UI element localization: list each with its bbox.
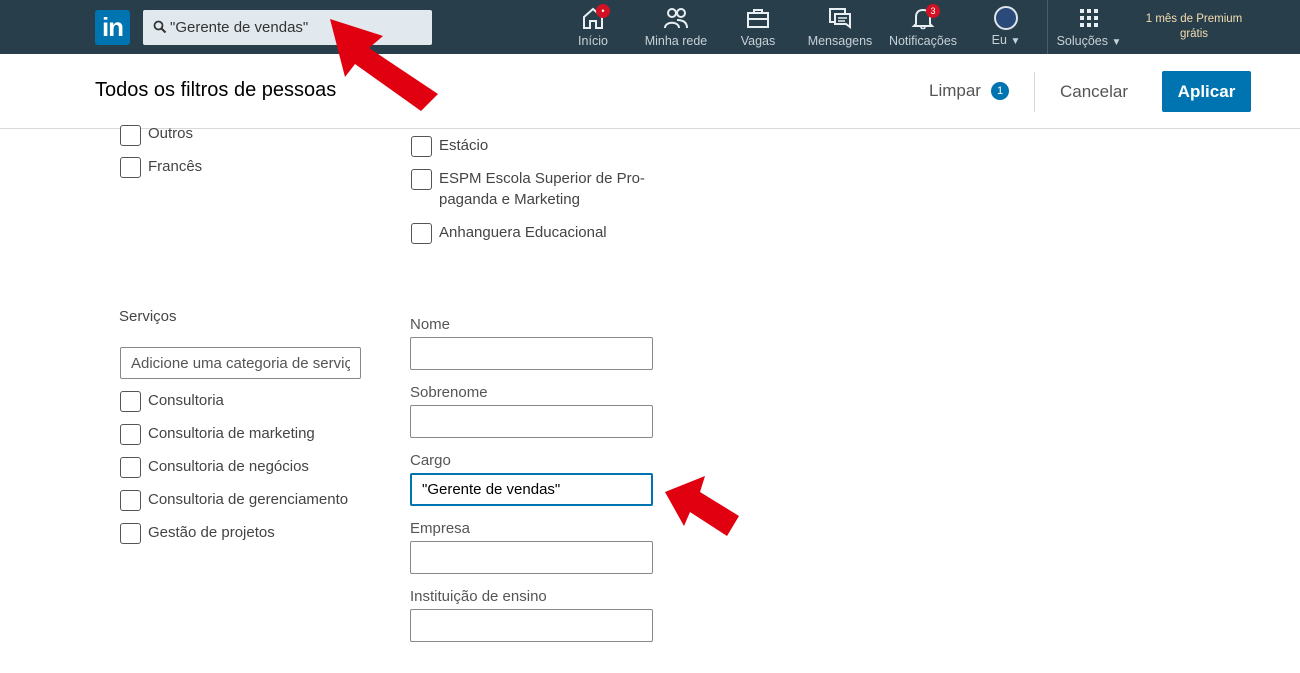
nav-item-label: Eu [991,33,1007,47]
job-title-field[interactable] [410,473,653,506]
nav-item-label: Notificações [888,34,958,48]
company-field[interactable] [410,541,653,574]
nav-item-eu-label-wrap: Eu ▼ [985,33,1027,47]
checkbox-label: Gestão de projetos [148,524,275,541]
active-filters-count-badge: 1 [991,82,1009,100]
top-navigation-bar: in • Início Minha rede Vagas [0,0,1300,54]
checkbox-service-consultoria-marketing[interactable] [120,424,141,445]
last-name-field[interactable] [410,405,653,438]
checkbox-label: Consultoria de negócios [148,458,309,475]
checkbox-label: Consultoria [148,392,224,409]
avatar [994,6,1018,30]
nav-item-label: Início [578,34,608,48]
checkbox-service-gestao-projetos[interactable] [120,523,141,544]
nav-item-inicio[interactable]: • Início [572,4,614,50]
notifications-count-badge: 3 [926,4,940,18]
page-title: Todos os filtros de pessoas [95,79,337,101]
nav-item-notificacoes[interactable]: 3 Notificações [885,4,961,50]
field-label-sobrenome: Sobrenome [410,384,488,401]
service-category-input[interactable] [120,347,361,379]
premium-offer-link[interactable]: 1 mês de Premium grátis [1135,12,1253,42]
nav-item-label: Minha rede [644,34,708,48]
first-name-field[interactable] [410,337,653,370]
apply-button[interactable]: Aplicar [1162,71,1251,112]
checkbox-school-espm[interactable] [411,169,432,190]
header-divider [1034,72,1035,112]
field-label-cargo: Cargo [410,452,451,469]
red-arrow-annotation-icon [665,476,739,536]
cancel-button[interactable]: Cancelar [1060,82,1128,102]
nav-item-solucoes-label-wrap: Soluções ▼ [1050,34,1128,48]
checkbox-service-consultoria[interactable] [120,391,141,412]
messages-icon [829,8,851,29]
nav-item-minha-rede[interactable]: Minha rede [640,6,712,50]
checkbox-label: paganda e Marketing [439,191,580,208]
nav-item-label: Soluções [1056,34,1109,48]
briefcase-icon [747,9,769,28]
premium-line-1: 1 mês de Premium [1145,13,1243,25]
caret-down-icon: ▼ [1111,37,1122,48]
grid-apps-icon [1080,9,1098,27]
nav-item-vagas[interactable]: Vagas [737,6,779,50]
linkedin-logo[interactable]: in [95,10,130,45]
checkbox-label: Francês [148,158,203,175]
checkbox-service-consultoria-gerenciamento[interactable] [120,490,141,511]
field-label-nome: Nome [410,316,451,333]
checkbox-service-consultoria-negocios[interactable] [120,457,141,478]
nav-item-eu[interactable]: Eu ▼ [985,6,1027,50]
checkbox-language-outros[interactable] [120,125,141,146]
filters-header: Todos os filtros de pessoas Limpar 1 Can… [0,54,1300,129]
red-arrow-annotation-icon [330,19,438,111]
checkbox-label: Estácio [439,137,489,154]
field-label-instituicao: Instituição de ensino [410,588,547,605]
school-field[interactable] [410,609,653,642]
nav-item-mensagens[interactable]: Mensagens [805,6,875,50]
checkbox-language-frances[interactable] [120,157,141,178]
field-label-empresa: Empresa [410,520,471,537]
search-icon [153,20,167,34]
checkbox-label: Anhanguera Educacional [439,224,607,241]
nav-item-solucoes[interactable]: Soluções ▼ [1050,6,1128,50]
services-section-title: Serviços [119,308,177,325]
caret-down-icon: ▼ [1010,36,1021,47]
checkbox-label: Outros [148,125,194,142]
premium-line-2: grátis [1179,28,1209,40]
nav-item-label: Vagas [740,34,776,48]
notification-dot-badge: • [596,4,610,18]
people-icon [664,8,688,29]
checkbox-label: Consultoria de marketing [148,425,315,442]
nav-divider [1047,0,1048,54]
checkbox-school-anhanguera[interactable] [411,223,432,244]
nav-item-label: Mensagens [807,34,873,48]
checkbox-label: Consultoria de gerenciamento [148,491,349,508]
checkbox-label: ESPM Escola Superior de Pro- [439,170,645,187]
checkbox-school-estacio[interactable] [411,136,432,157]
clear-button[interactable]: Limpar [929,81,981,101]
